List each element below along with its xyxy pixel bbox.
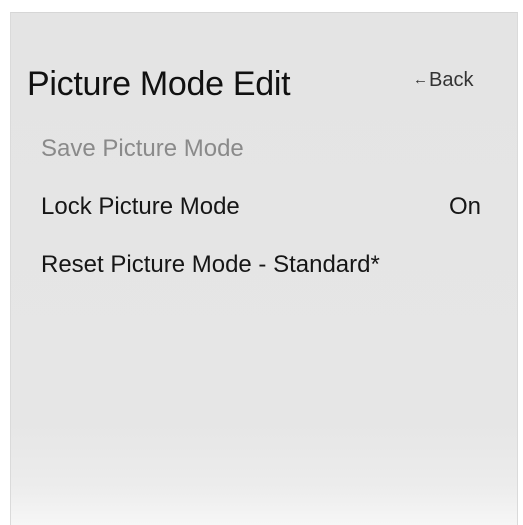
page-title: Picture Mode Edit [27, 65, 291, 103]
menu-item-label: Lock Picture Mode [41, 193, 240, 220]
back-button[interactable]: ←Back [413, 68, 473, 92]
menu-item-reset-picture-mode[interactable]: Reset Picture Mode - Standard* [41, 247, 481, 283]
page: Picture Mode Edit ←Back Save Picture Mod… [0, 0, 523, 525]
menu-item-label: Reset Picture Mode - Standard* [41, 251, 380, 278]
left-arrow-icon: ← [413, 71, 428, 88]
picture-mode-edit-panel: Picture Mode Edit ←Back Save Picture Mod… [10, 12, 518, 525]
menu-item-save-picture-mode: Save Picture Mode [41, 131, 481, 167]
lock-picture-mode-value: On [448, 193, 481, 220]
menu-item-lock-picture-mode[interactable]: Lock Picture Mode On [41, 189, 481, 225]
back-label: Back [429, 69, 474, 91]
menu-item-label: Save Picture Mode [41, 135, 244, 162]
